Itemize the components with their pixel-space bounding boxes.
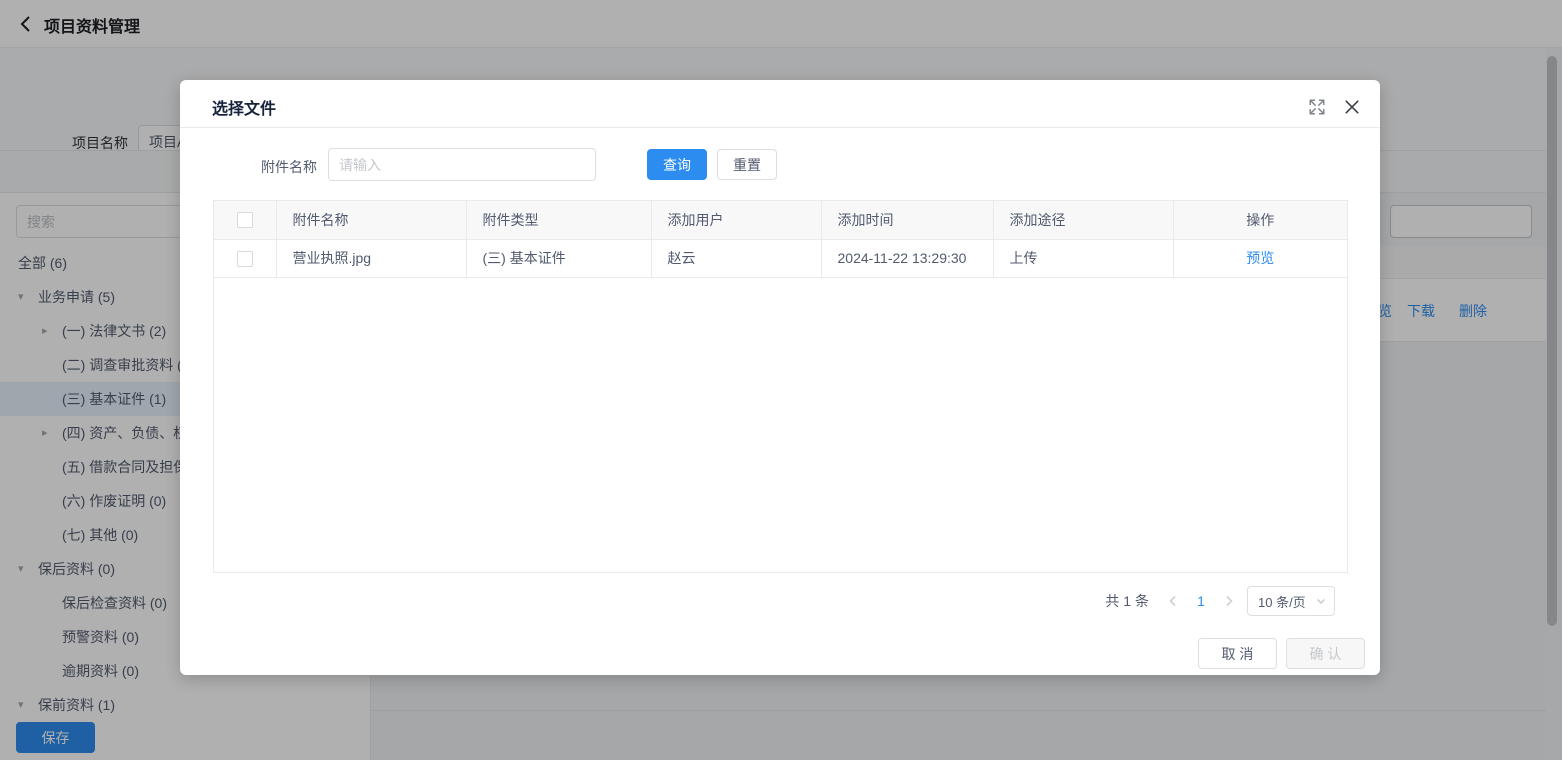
row-checkbox[interactable] [237, 251, 253, 267]
close-icon[interactable] [1343, 98, 1361, 116]
page: 项目资料管理 项目名称 项目附件 全部 (6) ▾业务申请 (5) ▸(一) 法… [0, 0, 1562, 760]
query-button[interactable]: 查询 [647, 149, 707, 180]
fullscreen-icon[interactable] [1308, 98, 1326, 116]
page-number[interactable]: 1 [1191, 593, 1211, 609]
cell-attachment-type: (三) 基本证件 [466, 239, 651, 277]
attachment-name-input[interactable] [328, 148, 596, 181]
col-header-type: 附件类型 [466, 201, 651, 239]
confirm-button[interactable]: 确 认 [1286, 638, 1365, 669]
cell-added-time: 2024-11-22 13:29:30 [821, 239, 993, 277]
table-row: 营业执照.jpg (三) 基本证件 赵云 2024-11-22 13:29:30… [214, 239, 1347, 277]
pagination: 共 1 条 1 10 条/页 [1105, 585, 1335, 617]
preview-link[interactable]: 预览 [1246, 250, 1274, 266]
next-page-icon[interactable] [1219, 589, 1239, 613]
pagination-total: 共 1 条 [1105, 591, 1149, 611]
reset-button[interactable]: 重置 [717, 149, 777, 180]
col-header-action: 操作 [1173, 201, 1347, 239]
cell-added-via: 上传 [993, 239, 1173, 277]
select-all-checkbox[interactable] [237, 212, 253, 228]
col-header-user: 添加用户 [651, 201, 821, 239]
col-header-name: 附件名称 [276, 201, 466, 239]
cell-attachment-name: 营业执照.jpg [276, 239, 466, 277]
cell-added-user: 赵云 [651, 239, 821, 277]
cancel-button[interactable]: 取 消 [1198, 638, 1277, 669]
chevron-down-icon [1316, 598, 1326, 605]
modal-title: 选择文件 [212, 95, 276, 119]
col-header-time: 添加时间 [821, 201, 993, 239]
select-file-modal: 选择文件 附件名称 查询 重置 [180, 80, 1380, 675]
attachment-name-label: 附件名称 [257, 157, 317, 177]
page-size-select[interactable]: 10 条/页 [1247, 586, 1335, 616]
attachment-table: 附件名称 附件类型 添加用户 添加时间 添加途径 操作 营业执照.jpg (三)… [213, 200, 1348, 573]
table-header-row: 附件名称 附件类型 添加用户 添加时间 添加途径 操作 [214, 201, 1347, 239]
modal-header: 选择文件 [180, 80, 1380, 128]
col-header-via: 添加途径 [993, 201, 1173, 239]
prev-page-icon[interactable] [1163, 589, 1183, 613]
